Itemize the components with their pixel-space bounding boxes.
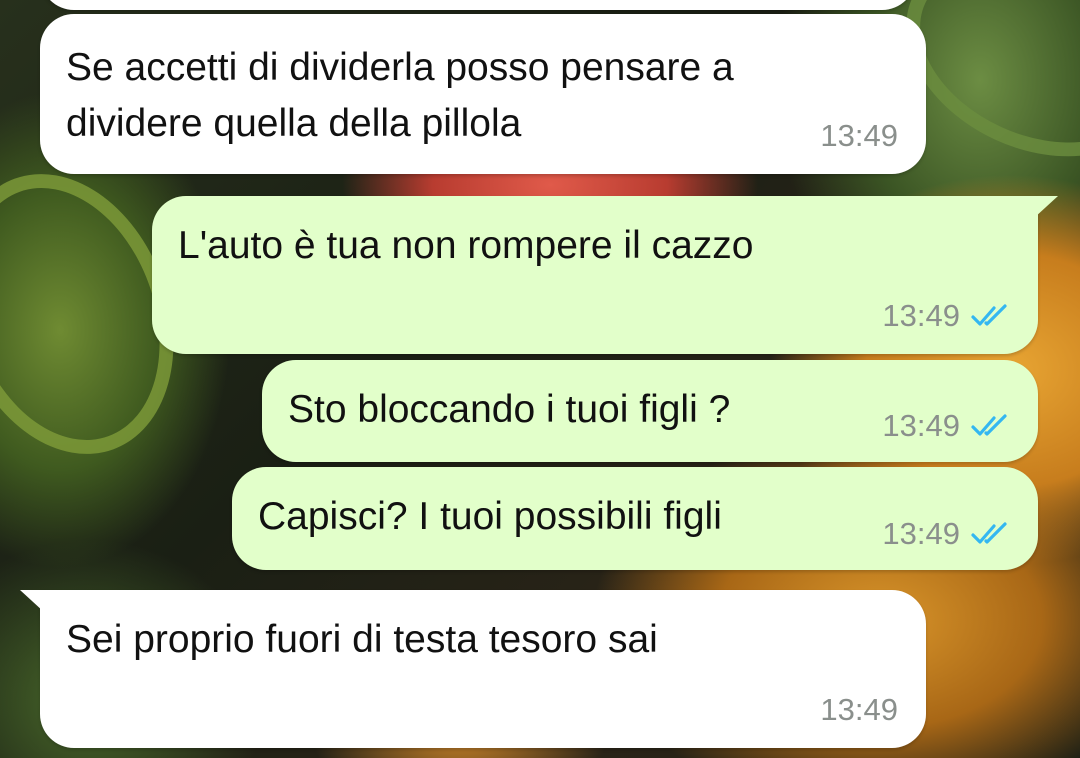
message-timestamp: 13:49 xyxy=(820,118,898,153)
message-text: Sei proprio fuori di testa tesoro sai xyxy=(66,612,658,668)
message-text: L'auto è tua non rompere il cazzo xyxy=(178,218,753,274)
incoming-message-bubble[interactable]: Se accetti di dividerla posso pensare a … xyxy=(40,14,926,174)
message-text-line: Capisci? I tuoi possibili figli xyxy=(258,495,722,538)
message-meta: 13:49 xyxy=(882,298,1010,334)
message-meta: 13:49 xyxy=(820,118,898,154)
message-timestamp: 13:49 xyxy=(882,298,960,333)
double-check-read-icon xyxy=(970,521,1010,547)
message-meta: 13:49 xyxy=(820,692,898,728)
message-list[interactable]: Se accetti di dividerla posso pensare a … xyxy=(0,0,1080,758)
double-check-read-icon xyxy=(970,303,1010,329)
message-text: Sto bloccando i tuoi figli ? xyxy=(288,382,730,438)
message-text-line: dividere quella della pillola xyxy=(66,102,522,145)
message-text: Se accetti di dividerla posso pensare a … xyxy=(66,40,734,152)
message-text-line: Sto bloccando i tuoi figli ? xyxy=(288,388,731,431)
outgoing-message-bubble[interactable]: L'auto è tua non rompere il cazzo 13:49 xyxy=(152,196,1058,354)
message-timestamp: 13:49 xyxy=(882,408,960,443)
double-check-read-icon xyxy=(970,413,1010,439)
message-text-line: Sei proprio fuori di testa tesoro sai xyxy=(66,618,658,661)
incoming-message-bubble[interactable]: Sei proprio fuori di testa tesoro sai 13… xyxy=(20,590,926,748)
message-text: Capisci? I tuoi possibili figli xyxy=(258,489,722,545)
outgoing-message-bubble[interactable]: Capisci? I tuoi possibili figli 13:49 xyxy=(232,467,1038,570)
message-timestamp: 13:49 xyxy=(820,692,898,727)
message-text-line: L'auto è tua non rompere il cazzo xyxy=(178,224,754,267)
message-meta: 13:49 xyxy=(882,408,1010,444)
outgoing-message-bubble[interactable]: Sto bloccando i tuoi figli ? 13:49 xyxy=(262,360,1038,462)
previous-message-bubble[interactable] xyxy=(40,0,916,10)
message-meta: 13:49 xyxy=(882,516,1010,552)
message-timestamp: 13:49 xyxy=(882,516,960,551)
message-text-line: Se accetti di dividerla posso pensare a xyxy=(66,46,734,89)
